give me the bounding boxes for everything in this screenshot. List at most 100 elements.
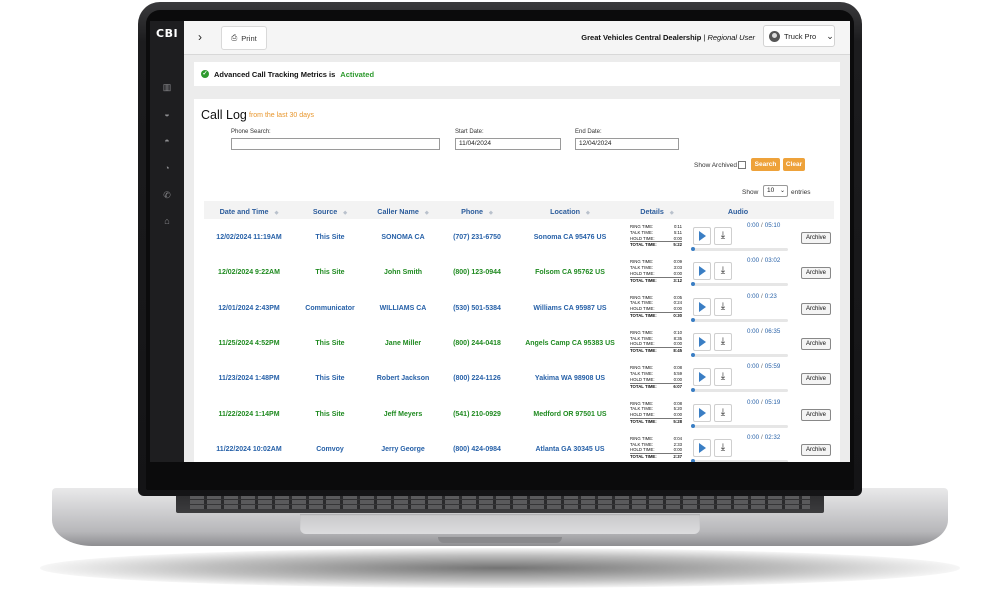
dealership-name: Great Vehicles Central Dealership (581, 33, 702, 42)
caller-name: Jeff Meyers (383, 410, 423, 418)
caller-phone: (530) 501-5384 (453, 304, 501, 312)
notice-status: Activated (340, 69, 375, 79)
caller-phone: (707) 231-6750 (453, 234, 501, 241)
total-time-value: 3:12 (673, 277, 682, 283)
sort-icon: ◆ (343, 210, 348, 216)
show-label: Show (742, 189, 759, 196)
audio-progress-slider[interactable] (691, 352, 788, 357)
audio-duration: 03:02 (764, 257, 781, 265)
avatar (769, 30, 780, 42)
gauge-icon[interactable]: ◓ (162, 136, 172, 146)
show-archived-checkbox[interactable] (738, 161, 746, 169)
column-header[interactable]: Source ◆ (294, 207, 366, 216)
sort-icon: ◆ (669, 210, 674, 216)
print-button[interactable]: ⎙ Print (221, 26, 267, 50)
column-header-label: Source (312, 207, 338, 216)
audio-current-time: 0:00 (747, 257, 760, 265)
play-icon[interactable] (693, 227, 711, 245)
audio-time-separator: / (761, 257, 763, 265)
column-header-label: Details (640, 207, 664, 216)
play-icon[interactable] (693, 368, 711, 387)
table-row: 11/22/2024 1:14PM This Site Jeff Meyers … (204, 397, 834, 432)
call-details: RING TIME: 0:10 TALK TIME: 8:35 HOLD TIME:… (630, 330, 682, 354)
play-icon[interactable] (693, 262, 711, 281)
hold-time-value: 0:00 (673, 447, 682, 453)
table-row: 12/02/2024 9:22AM This Site John Smith (… (204, 255, 834, 290)
activation-notice: ✓ Advanced Call Tracking Metrics is Acti… (194, 62, 840, 86)
play-icon[interactable] (693, 297, 711, 316)
audio-time-separator: / (761, 292, 763, 300)
hold-time-label: HOLD TIME: (630, 447, 655, 453)
column-header[interactable]: Date and Time ◆ (204, 207, 294, 216)
caller-location: Yakima WA 98908 US (534, 375, 606, 383)
archive-button[interactable]: Archive (801, 267, 831, 280)
caller-location: Medford OR 97501 US (533, 410, 607, 418)
clear-button[interactable]: Clear (783, 158, 805, 171)
audio-time-separator: / (761, 363, 763, 371)
download-icon[interactable]: ⤓ (714, 227, 732, 245)
column-header-label: Caller Name (377, 207, 419, 216)
hold-time-value: 0:00 (673, 270, 682, 276)
expand-sidebar-icon[interactable]: › (198, 30, 202, 44)
download-icon[interactable]: ⤓ (714, 438, 732, 457)
audio-progress-slider[interactable] (691, 282, 788, 287)
archive-button[interactable]: Archive (801, 337, 831, 350)
speedometer-icon[interactable]: ◔ (162, 163, 172, 173)
download-icon[interactable]: ⤓ (714, 262, 732, 281)
total-time-label: TOTAL TIME: (630, 383, 657, 389)
column-header[interactable]: Details ◆ (626, 207, 688, 216)
call-details: RING TIME: 0:11 TALK TIME: 5:11 HOLD TIME:… (630, 224, 682, 248)
play-icon[interactable] (693, 332, 711, 351)
audio-progress-slider[interactable] (691, 423, 788, 428)
phone-search-input[interactable] (231, 138, 440, 150)
audio-progress-slider[interactable] (691, 317, 788, 322)
archive-button[interactable]: Archive (801, 302, 831, 315)
end-date-input[interactable]: 12/04/2024 (575, 138, 679, 150)
archive-button[interactable]: Archive (801, 232, 831, 244)
user-menu-button[interactable]: Truck Pro ⌄ (763, 25, 835, 47)
download-icon[interactable]: ⤓ (714, 332, 732, 351)
play-icon[interactable] (693, 438, 711, 457)
archive-button[interactable]: Archive (801, 443, 831, 456)
column-header[interactable]: Phone ◆ (440, 207, 514, 216)
audio-time: 0:00/02:32 (747, 434, 780, 441)
download-icon[interactable]: ⤓ (714, 368, 732, 387)
search-button[interactable]: Search (751, 158, 780, 171)
total-time-line: TOTAL TIME: 2:37 (630, 453, 682, 460)
sort-icon: ◆ (424, 210, 429, 216)
building-icon[interactable]: ▥ (162, 82, 172, 92)
column-header: Audio (688, 207, 788, 216)
audio-duration: 05:19 (764, 398, 781, 406)
dashboard-icon[interactable]: ◒ (162, 109, 172, 119)
hold-time-value: 0:00 (673, 412, 682, 418)
archive-button[interactable]: Archive (801, 373, 831, 386)
audio-progress-slider[interactable] (691, 247, 788, 251)
column-header[interactable]: Location ◆ (514, 207, 626, 216)
archive-button[interactable]: Archive (801, 408, 831, 421)
download-icon[interactable]: ⤓ (714, 403, 732, 422)
caller-location: Folsom CA 95762 US (535, 269, 605, 277)
column-header[interactable]: Caller Name ◆ (366, 207, 440, 216)
laptop-trackpad (300, 514, 700, 534)
column-header-label: Phone (461, 207, 484, 216)
audio-progress-slider[interactable] (691, 458, 788, 462)
audio-progress-slider[interactable] (691, 388, 788, 393)
total-time-line: TOTAL TIME: 6:07 (630, 382, 682, 390)
play-icon[interactable] (693, 403, 711, 422)
page-title: Call Log (201, 108, 247, 122)
total-time-value: 6:07 (673, 383, 682, 389)
total-time-label: TOTAL TIME: (630, 348, 657, 354)
audio-duration: 05:59 (764, 363, 781, 371)
page-size-select[interactable]: 10 ⌄ (763, 185, 788, 197)
caller-phone: (541) 210-0929 (453, 410, 501, 418)
printer-icon: ⎙ (231, 33, 238, 42)
home-icon[interactable]: ⌂ (162, 216, 172, 226)
audio-duration: 02:32 (764, 433, 781, 441)
phone-icon[interactable]: ✆ (162, 190, 172, 200)
call-details: RING TIME: 0:08 TALK TIME: 5:20 HOLD TIME:… (630, 401, 682, 425)
download-icon[interactable]: ⤓ (714, 297, 732, 316)
table-row: 11/22/2024 10:02AM Comvoy Jerry George (… (204, 432, 834, 462)
audio-current-time: 0:00 (747, 222, 760, 229)
total-time-label: TOTAL TIME: (630, 312, 657, 318)
start-date-input[interactable]: 11/04/2024 (455, 138, 561, 150)
